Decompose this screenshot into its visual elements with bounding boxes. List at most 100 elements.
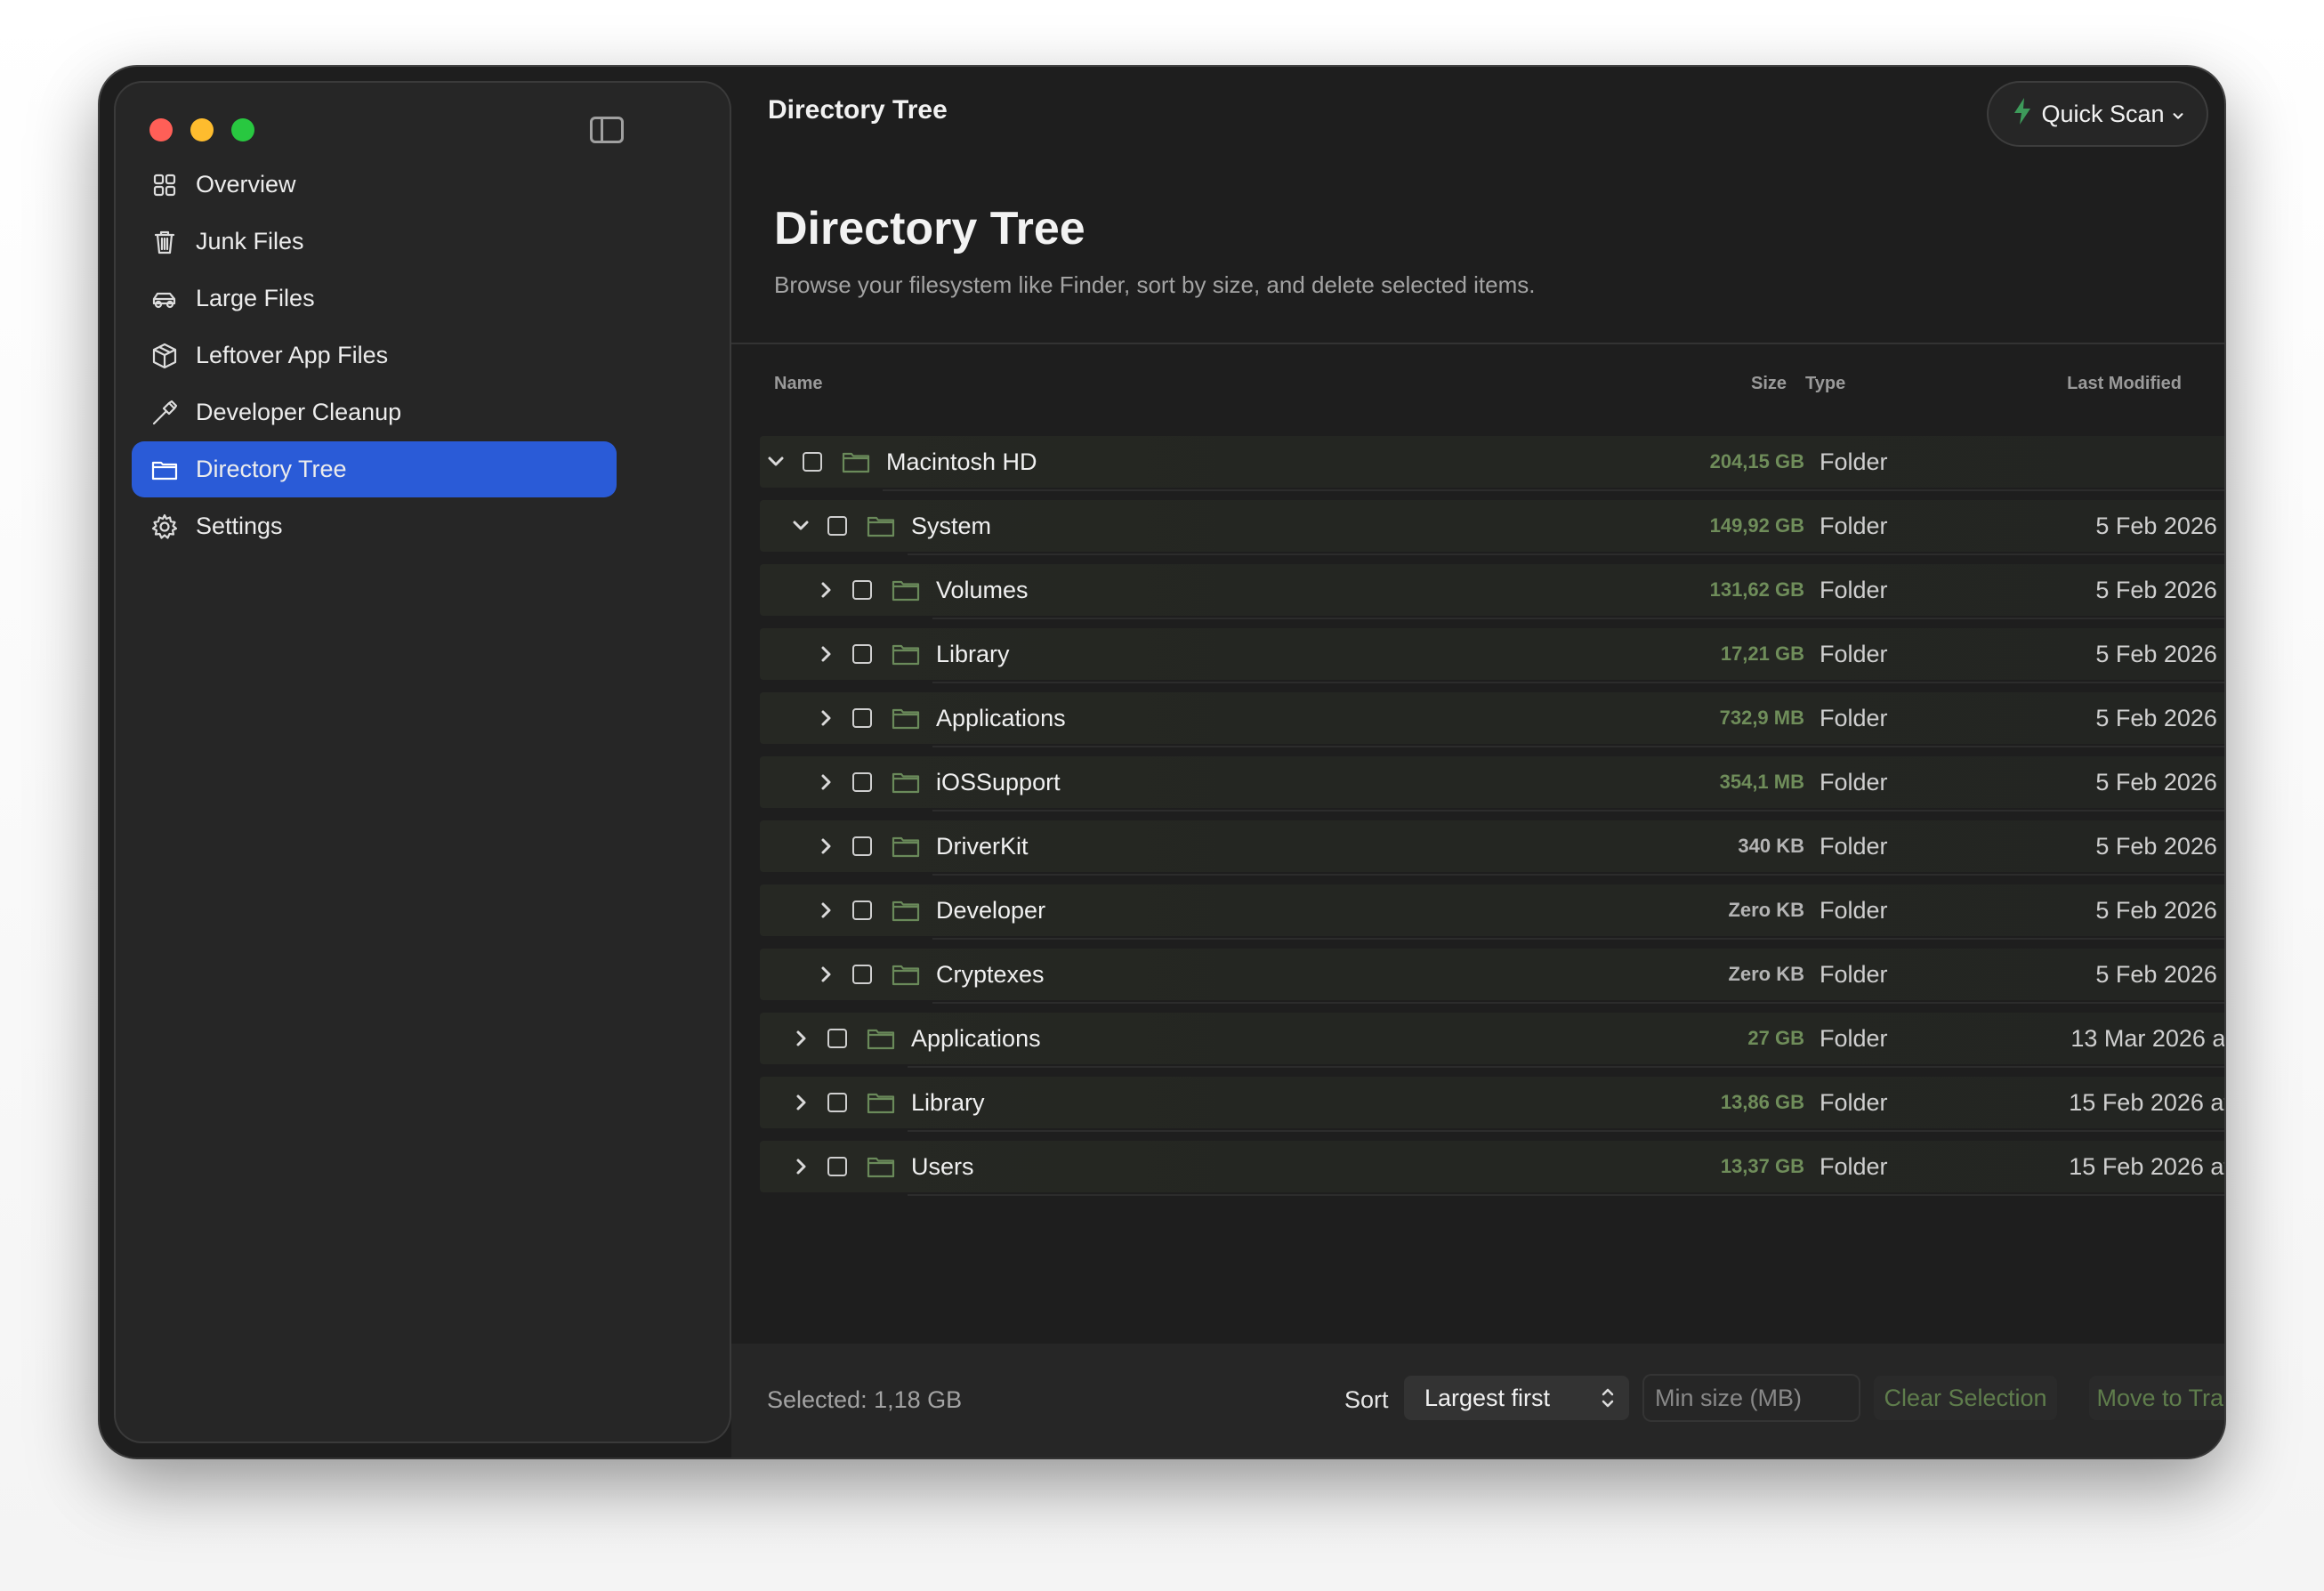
page-title: Directory Tree: [774, 203, 1085, 254]
chevron-right-icon[interactable]: [813, 770, 838, 795]
row-divider: [908, 1130, 2224, 1132]
table-row[interactable]: Developer Zero KB Folder 5 Feb 2026 at 6:13: [760, 884, 2224, 940]
folder-icon: [867, 1155, 895, 1178]
folder-icon: [892, 899, 920, 922]
row-divider: [908, 553, 2224, 555]
row-type: Folder: [1820, 640, 1888, 667]
header-divider: [731, 343, 2224, 344]
sidebar-item-label: Directory Tree: [196, 456, 347, 482]
cube-icon: [149, 341, 180, 371]
sidebar-item-large-files[interactable]: Large Files: [132, 271, 617, 327]
sort-select[interactable]: Largest first: [1404, 1376, 1629, 1420]
sidebar-item-directory-tree[interactable]: Directory Tree: [132, 441, 617, 497]
table-row[interactable]: Volumes 131,62 GB Folder 5 Feb 2026 at 6:13: [760, 564, 2224, 619]
row-type: Folder: [1820, 832, 1888, 860]
row-divider: [932, 810, 2224, 812]
row-name: Developer: [936, 896, 1046, 924]
chevron-right-icon[interactable]: [813, 834, 838, 859]
sidebar-item-junk-files[interactable]: Junk Files: [132, 214, 617, 270]
row-type: Folder: [1820, 1024, 1888, 1052]
min-size-input[interactable]: [1644, 1376, 1859, 1420]
row-checkbox[interactable]: [827, 516, 847, 536]
traffic-lights: [149, 118, 254, 141]
quick-scan-button[interactable]: Quick Scan: [1989, 83, 2207, 145]
row-size: 732,9 MB: [1719, 707, 1804, 729]
sort-label: Sort: [1344, 1386, 1389, 1413]
row-type: Folder: [1820, 704, 1888, 731]
quick-scan-label: Quick Scan: [2041, 100, 2165, 127]
chevron-right-icon[interactable]: [813, 962, 838, 987]
chevron-right-icon[interactable]: [813, 898, 838, 923]
row-size: 340 KB: [1738, 835, 1804, 857]
folder-icon: [842, 450, 870, 473]
row-checkbox[interactable]: [852, 708, 872, 728]
table-row[interactable]: System 149,92 GB Folder 5 Feb 2026 at 6:13: [760, 500, 2224, 555]
chevron-right-icon[interactable]: [788, 1026, 813, 1051]
row-checkbox[interactable]: [827, 1157, 847, 1176]
chevron-right-icon[interactable]: [788, 1154, 813, 1179]
row-last-modified: 5 Feb 2026 at 6:13: [2095, 704, 2224, 731]
row-name: Library: [936, 640, 1010, 667]
footer-bar: Selected: 1,18 GB Sort Largest first Cle…: [731, 1344, 2224, 1458]
row-checkbox[interactable]: [852, 772, 872, 792]
row-name: System: [911, 512, 992, 539]
column-header-name[interactable]: Name: [774, 374, 822, 394]
sidebar-item-overview[interactable]: Overview: [132, 157, 617, 213]
move-to-trash-button[interactable]: Move to Trash: [2089, 1376, 2224, 1420]
row-checkbox[interactable]: [852, 836, 872, 856]
row-name: Applications: [936, 704, 1066, 731]
toggle-sidebar-icon[interactable]: [590, 117, 624, 143]
row-checkbox[interactable]: [852, 965, 872, 984]
row-checkbox[interactable]: [803, 452, 822, 472]
row-checkbox[interactable]: [852, 644, 872, 664]
row-size: 354,1 MB: [1719, 771, 1804, 793]
table-row[interactable]: Applications 27 GB Folder 13 Mar 2026 at 11…: [760, 1013, 2224, 1068]
table-row[interactable]: Cryptexes Zero KB Folder 5 Feb 2026 at 6:13: [760, 949, 2224, 1004]
grid-icon: [149, 170, 180, 200]
row-divider: [932, 1002, 2224, 1004]
row-checkbox[interactable]: [827, 1093, 847, 1112]
row-last-modified: 5 Feb 2026 at 6:13: [2095, 832, 2224, 860]
close-window-button[interactable]: [149, 118, 173, 141]
table-row[interactable]: iOSSupport 354,1 MB Folder 5 Feb 2026 at 6:…: [760, 756, 2224, 812]
row-checkbox[interactable]: [852, 580, 872, 600]
row-name: Applications: [911, 1024, 1041, 1052]
chevron-right-icon[interactable]: [788, 1090, 813, 1115]
row-divider: [908, 1194, 2224, 1196]
table-row[interactable]: Users 13,37 GB Folder 15 Feb 2026 at 20:43: [760, 1141, 2224, 1196]
row-size: 17,21 GB: [1720, 642, 1804, 665]
row-type: Folder: [1820, 576, 1888, 603]
chevron-right-icon[interactable]: [813, 577, 838, 602]
row-type: Folder: [1820, 960, 1888, 988]
sidebar-item-settings[interactable]: Settings: [132, 498, 617, 554]
sidebar-item-label: Overview: [196, 171, 296, 198]
row-type: Folder: [1820, 1088, 1888, 1116]
column-header-type[interactable]: Type: [1805, 374, 1845, 394]
column-header-last-modified[interactable]: Last Modified: [2067, 374, 2182, 394]
column-header-size[interactable]: Size: [1751, 374, 1787, 394]
table-row[interactable]: DriverKit 340 KB Folder 5 Feb 2026 at 6:13: [760, 820, 2224, 876]
app-window: Overview Junk Files Large Files Leftover Ap…: [100, 67, 2224, 1458]
table-row[interactable]: Macintosh HD204,15 GBFolder--: [760, 436, 2224, 491]
sidebar-item-developer-cleanup[interactable]: Developer Cleanup: [132, 384, 617, 440]
chevron-down-icon[interactable]: [763, 449, 788, 474]
table-row[interactable]: Library 17,21 GB Folder 5 Feb 2026 at 6:13: [760, 628, 2224, 683]
table-row[interactable]: Applications 732,9 MB Folder 5 Feb 2026 at …: [760, 692, 2224, 747]
row-last-modified: 5 Feb 2026 at 6:13: [2095, 960, 2224, 988]
zoom-window-button[interactable]: [231, 118, 254, 141]
row-divider: [932, 682, 2224, 683]
minimize-window-button[interactable]: [190, 118, 214, 141]
row-checkbox[interactable]: [852, 900, 872, 920]
row-name: Macintosh HD: [886, 448, 1037, 475]
row-size: 204,15 GB: [1709, 450, 1804, 472]
table-row[interactable]: Library 13,86 GB Folder 15 Feb 2026 at 20:4…: [760, 1077, 2224, 1132]
chevron-right-icon[interactable]: [813, 642, 838, 666]
row-size: Zero KB: [1728, 963, 1804, 985]
sidebar: Overview Junk Files Large Files Leftover Ap…: [116, 83, 730, 1442]
chevron-right-icon[interactable]: [813, 706, 838, 731]
sort-select-value: Largest first: [1424, 1384, 1551, 1411]
clear-selection-button[interactable]: Clear Selection: [1874, 1376, 2057, 1420]
chevron-down-icon[interactable]: [788, 513, 813, 538]
sidebar-item-leftover-app-files[interactable]: Leftover App Files: [132, 327, 617, 384]
row-checkbox[interactable]: [827, 1029, 847, 1048]
